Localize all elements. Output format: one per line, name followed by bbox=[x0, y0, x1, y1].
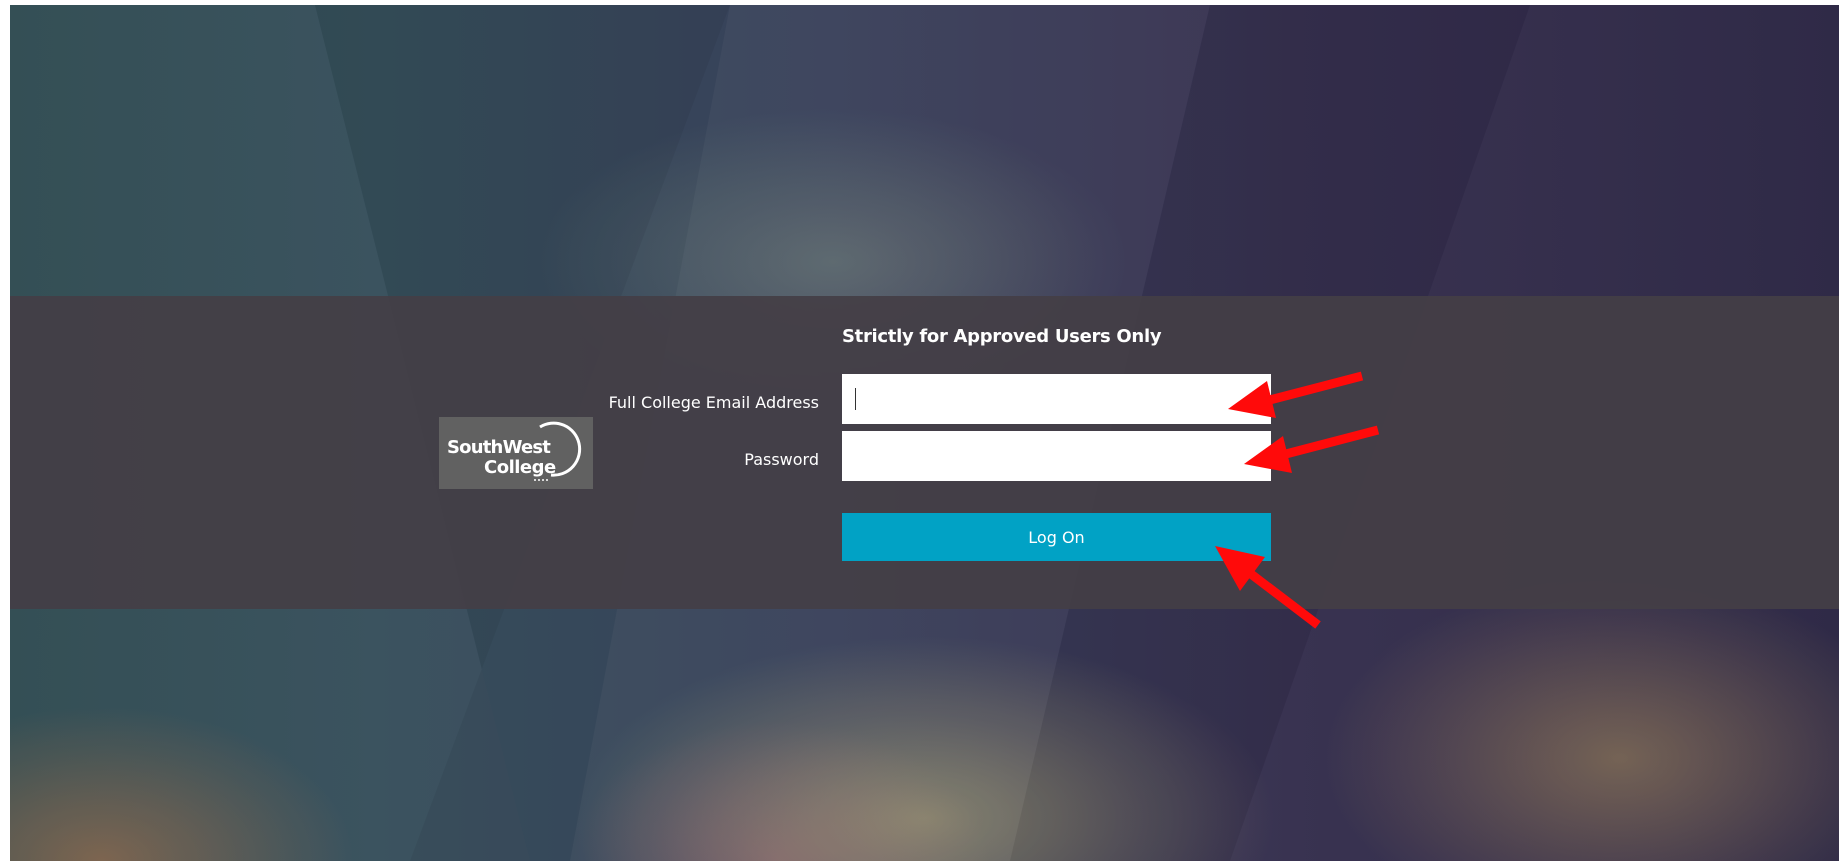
login-panel: SouthWest College Strictly for Approved … bbox=[10, 296, 1839, 609]
college-logo: SouthWest College bbox=[439, 417, 593, 489]
log-on-button[interactable]: Log On bbox=[842, 513, 1271, 561]
svg-text:College: College bbox=[484, 457, 556, 478]
email-label: Full College Email Address bbox=[608, 393, 819, 412]
svg-text:SouthWest: SouthWest bbox=[447, 437, 551, 458]
password-label: Password bbox=[744, 450, 819, 469]
login-screen: SouthWest College Strictly for Approved … bbox=[10, 5, 1839, 861]
text-cursor bbox=[855, 388, 856, 410]
password-input[interactable] bbox=[842, 431, 1271, 481]
email-input[interactable] bbox=[842, 374, 1271, 424]
southwest-college-logo-icon: SouthWest College bbox=[447, 421, 582, 481]
form-heading: Strictly for Approved Users Only bbox=[842, 326, 1162, 347]
